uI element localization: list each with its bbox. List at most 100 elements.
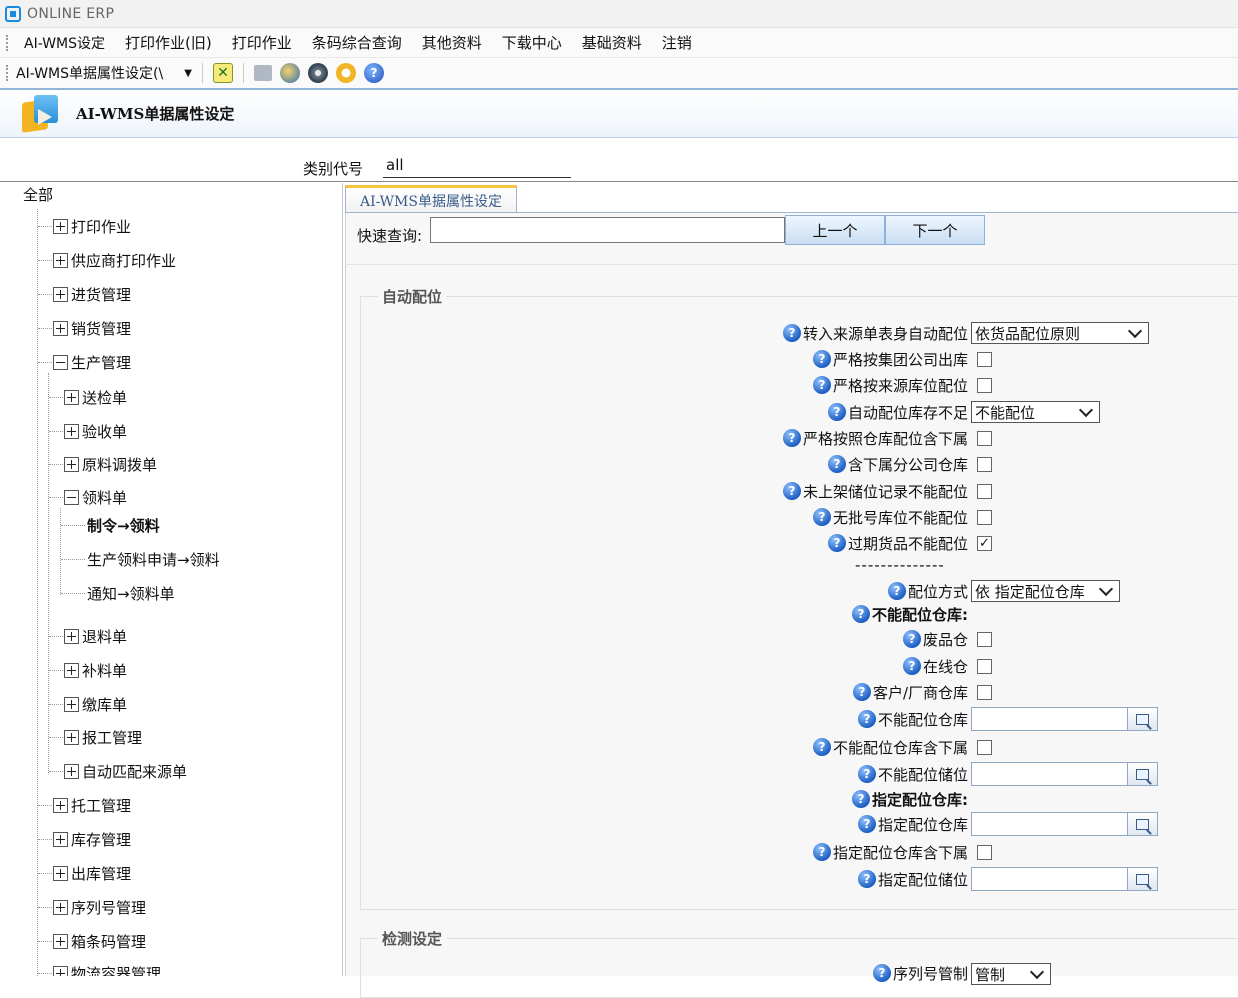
help-icon[interactable]: ? <box>852 683 871 701</box>
expand-icon[interactable] <box>53 831 68 847</box>
designated-location-lookup[interactable] <box>971 867 1158 891</box>
expand-icon[interactable] <box>64 763 79 779</box>
menu-item-other-data[interactable]: 其他资料 <box>422 32 482 53</box>
tree-node[interactable]: 自动匹配来源单 <box>64 759 187 783</box>
help-icon[interactable]: ? <box>812 350 831 368</box>
no-batch-checkbox[interactable] <box>977 510 992 525</box>
tree-node[interactable]: 托工管理 <box>53 793 131 817</box>
tree-node[interactable]: 原料调拨单 <box>64 452 157 476</box>
menu-item-print[interactable]: 打印作业 <box>232 32 292 53</box>
tree-node[interactable]: 序列号管理 <box>53 895 146 919</box>
tree-node[interactable]: 验收单 <box>64 419 127 443</box>
expand-icon[interactable] <box>53 320 68 336</box>
expand-icon[interactable] <box>53 218 68 234</box>
lookup-search-icon[interactable] <box>1127 763 1157 785</box>
expand-icon[interactable] <box>64 389 79 405</box>
tree-leaf-selected[interactable]: 制令→领料 <box>87 513 160 537</box>
group-company-checkbox[interactable] <box>977 352 992 367</box>
calculator-icon[interactable] <box>254 65 272 81</box>
expand-icon[interactable] <box>53 286 68 302</box>
scrap-warehouse-checkbox[interactable] <box>977 632 992 647</box>
tree-node[interactable]: 退料单 <box>64 624 127 648</box>
tree-node[interactable]: 送检单 <box>64 385 127 409</box>
help-icon[interactable]: ? <box>857 765 876 783</box>
menu-item-barcode-query[interactable]: 条码综合查询 <box>312 32 402 53</box>
form-select[interactable]: AI-WMS单据属性设定(\ ▼ <box>16 63 196 83</box>
help-icon[interactable]: ? <box>857 815 876 833</box>
tab-wms-document-settings[interactable]: AI-WMS单据属性设定 <box>345 185 517 213</box>
tree-node[interactable]: 补料单 <box>64 658 127 682</box>
serial-control-select[interactable]: 管制 <box>971 963 1051 985</box>
next-button[interactable]: 下一个 <box>885 215 985 245</box>
help-icon[interactable]: ? <box>782 429 801 447</box>
expand-icon[interactable] <box>53 899 68 915</box>
collapse-icon[interactable] <box>53 354 68 370</box>
help-icon[interactable]: ? <box>827 403 846 421</box>
tree-node[interactable]: 进货管理 <box>53 282 131 306</box>
tree-node[interactable]: 生产管理 <box>53 350 131 374</box>
refresh-icon[interactable] <box>336 63 356 83</box>
insufficient-stock-select[interactable]: 不能配位 <box>971 401 1100 423</box>
excluded-warehouse-subordinate-checkbox[interactable] <box>977 740 992 755</box>
menu-item-print-old[interactable]: 打印作业(旧) <box>125 32 212 53</box>
tree-node[interactable]: 库存管理 <box>53 827 131 851</box>
category-input[interactable]: all <box>383 156 571 178</box>
help-icon[interactable]: ? <box>812 508 831 526</box>
tree-node[interactable]: 打印作业 <box>53 214 131 238</box>
tree-node[interactable]: 报工管理 <box>64 725 142 749</box>
disc-icon[interactable] <box>308 63 328 83</box>
expand-icon[interactable] <box>64 696 79 712</box>
help-icon[interactable]: ? <box>364 63 384 83</box>
tree-leaf[interactable]: 通知→领料单 <box>87 581 175 605</box>
customer-vendor-warehouse-checkbox[interactable] <box>977 685 992 700</box>
help-icon[interactable]: ? <box>827 455 846 473</box>
auto-allocate-select[interactable]: 依货品配位原则 <box>971 322 1149 344</box>
excel-export-icon[interactable]: ✕ <box>213 63 233 83</box>
menu-item-basic-data[interactable]: 基础资料 <box>582 32 642 53</box>
expand-icon[interactable] <box>64 423 79 439</box>
unshelved-record-checkbox[interactable] <box>977 484 992 499</box>
help-icon[interactable]: ? <box>852 605 870 623</box>
expand-icon[interactable] <box>53 797 68 813</box>
tree-node[interactable]: 物流容器管理 <box>53 961 161 976</box>
tree-node[interactable]: 领料单 <box>64 485 127 509</box>
designated-warehouse-subordinate-checkbox[interactable] <box>977 845 992 860</box>
quick-search-input[interactable] <box>430 217 785 243</box>
help-icon[interactable]: ? <box>902 657 921 675</box>
help-icon[interactable]: ? <box>857 870 876 888</box>
tree-node[interactable]: 箱条码管理 <box>53 929 146 953</box>
help-icon[interactable]: ? <box>827 534 846 552</box>
expand-icon[interactable] <box>53 965 68 976</box>
tree-root[interactable]: 全部 <box>23 184 53 205</box>
help-icon[interactable]: ? <box>812 738 831 756</box>
help-icon[interactable]: ? <box>887 582 906 600</box>
source-location-checkbox[interactable] <box>977 378 992 393</box>
lookup-search-icon[interactable] <box>1127 813 1157 835</box>
help-icon[interactable]: ? <box>902 630 921 648</box>
menu-item-download-center[interactable]: 下载中心 <box>502 32 562 53</box>
print-icon[interactable] <box>280 63 300 83</box>
tree-node[interactable]: 销货管理 <box>53 316 131 340</box>
branch-warehouse-checkbox[interactable] <box>977 457 992 472</box>
expand-icon[interactable] <box>64 729 79 745</box>
expand-icon[interactable] <box>53 865 68 881</box>
lookup-search-icon[interactable] <box>1127 868 1157 890</box>
tree-node[interactable]: 缴库单 <box>64 692 127 716</box>
prev-button[interactable]: 上一个 <box>785 215 885 245</box>
expand-icon[interactable] <box>53 933 68 949</box>
help-icon[interactable]: ? <box>782 482 801 500</box>
warehouse-subordinate-checkbox[interactable] <box>977 431 992 446</box>
tree-node[interactable]: 出库管理 <box>53 861 131 885</box>
help-icon[interactable]: ? <box>782 324 801 342</box>
help-icon[interactable]: ? <box>852 790 870 808</box>
help-icon[interactable]: ? <box>872 964 891 982</box>
online-warehouse-checkbox[interactable] <box>977 659 992 674</box>
help-icon[interactable]: ? <box>857 710 876 728</box>
collapse-icon[interactable] <box>64 489 79 505</box>
expand-icon[interactable] <box>53 252 68 268</box>
help-icon[interactable]: ? <box>812 376 831 394</box>
help-icon[interactable]: ? <box>812 843 831 861</box>
tree-node[interactable]: 供应商打印作业 <box>53 248 176 272</box>
expand-icon[interactable] <box>64 662 79 678</box>
menu-item-wms-settings[interactable]: AI-WMS设定 <box>24 33 105 53</box>
